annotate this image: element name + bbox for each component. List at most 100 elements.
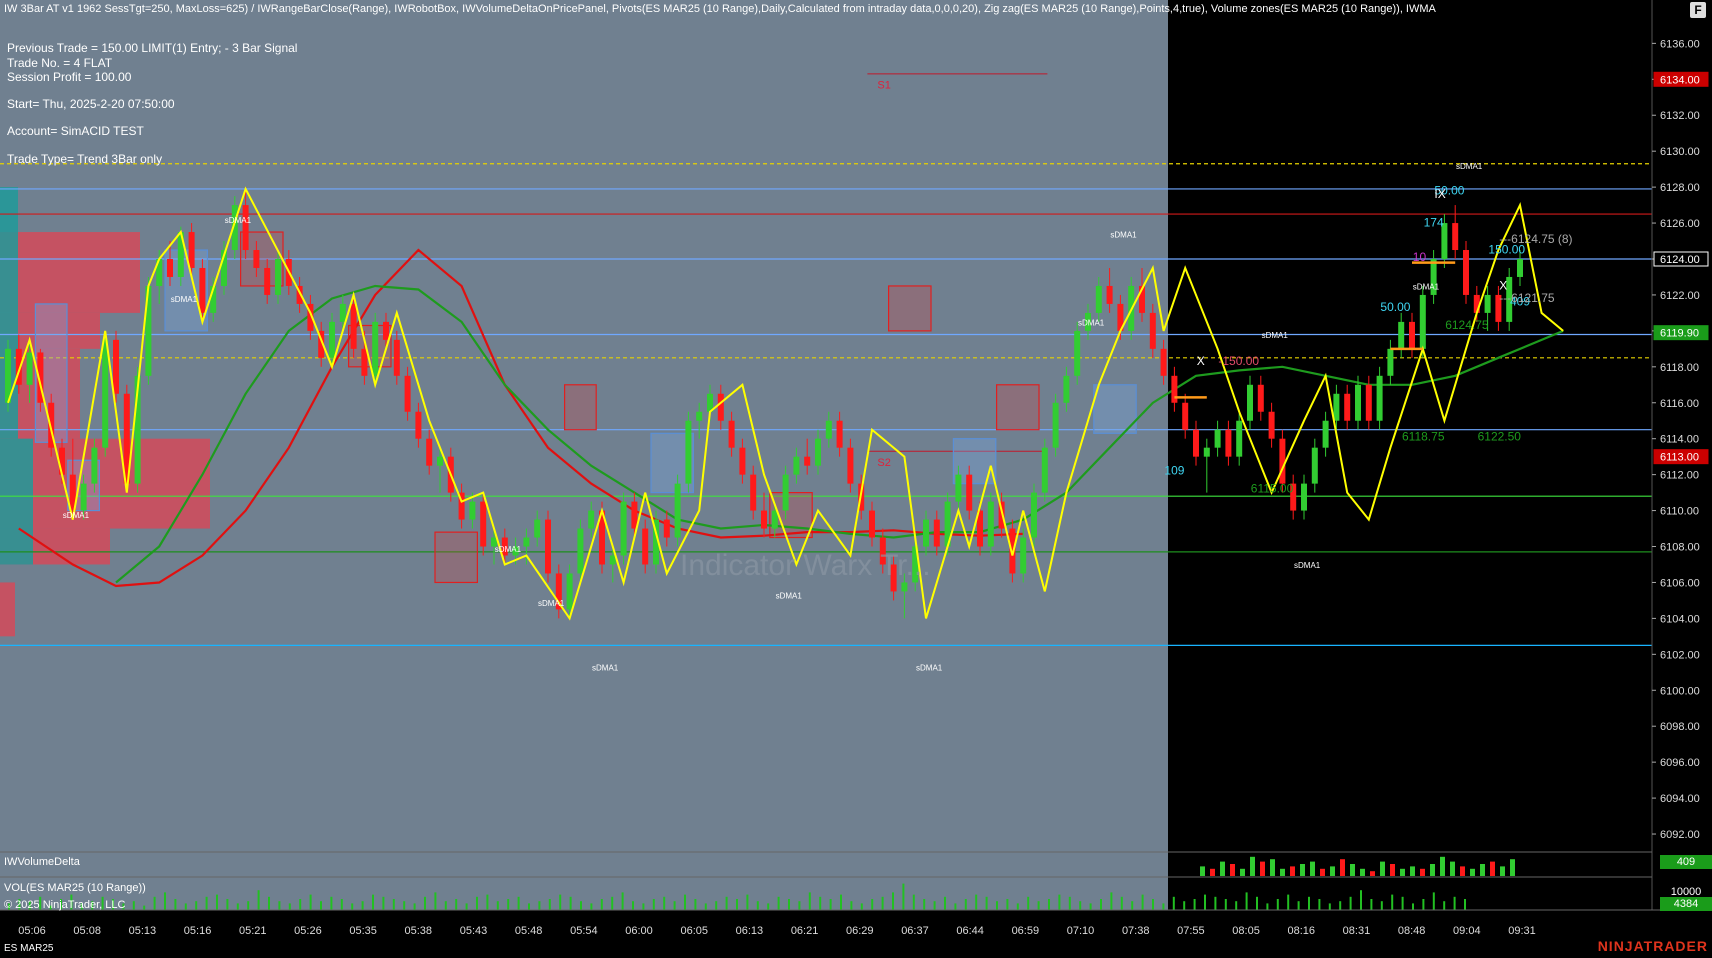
volume-bar [1152,899,1154,910]
candle-body [372,321,379,376]
volume-value-tag: 4384 [1660,897,1712,911]
volume-bar [1068,896,1071,910]
candle-body [1074,330,1081,376]
candle-body [361,348,368,376]
volume-bar [320,901,322,910]
volume-bar [798,901,801,910]
volume-zone-7 [0,582,15,637]
x-tick-label: 09:04 [1453,925,1481,937]
x-tick-label: 06:21 [791,925,819,937]
x-tick-label: 05:06 [18,925,46,937]
volume-bar [195,901,198,910]
delta-bar [1260,861,1265,876]
x-tick-label: 09:31 [1508,925,1536,937]
volume-bar [1183,901,1186,910]
annotation-27: 109 [1164,464,1184,478]
volume-bar [694,899,697,910]
delta-bar [1220,861,1225,876]
annotation-4: sDMA1 [538,599,565,608]
candle-body [426,438,433,466]
robot-box-11 [995,384,1040,431]
delta-bar [1360,868,1365,876]
volume-bar [278,901,281,910]
candle-body [1387,348,1394,376]
delta-bar [1430,864,1435,876]
volume-bar [455,899,458,910]
x-tick-label: 08:16 [1287,925,1315,937]
start-time: Start= Thu, 2025-2-20 07:50:00 [7,97,175,111]
y-tick-label: 6092.00 [1660,829,1700,841]
price-tag-label: 6124.00 [1660,254,1700,266]
delta-bar [1290,866,1295,876]
delta-bar [1460,866,1465,876]
volume-bar [569,896,572,910]
annotation-9: sDMA1 [1078,318,1105,327]
volume-bar [299,899,302,910]
f-button[interactable]: F [1690,2,1706,18]
x-tick-label: 05:16 [184,925,212,937]
candle-body [620,501,627,556]
volume-bar [704,903,707,910]
volume-bar [1193,899,1196,910]
volume-bar [434,892,437,910]
price-chart[interactable]: S1 S2 sDMA1 sDMA1 sDMA1 sDMA1 sDMA1 sDMA1 sDMA1… [0,0,1712,958]
candle-body [804,456,811,466]
x-tick-label: 05:54 [570,925,598,937]
volume-bar [808,892,811,910]
candle-body [1225,429,1232,457]
volume-bar [548,899,551,910]
delta-bar [1320,868,1325,876]
candle-body [1333,393,1340,421]
candle-body [815,438,821,466]
x-tick-label: 08:31 [1343,925,1371,937]
volume-bar [725,896,728,910]
delta-bar [1470,868,1475,876]
delta-bar [1490,861,1495,876]
x-tick-label: 06:37 [901,925,929,937]
annotation-5: sDMA1 [592,664,619,673]
candle-body [1106,285,1113,304]
previous-trade: Previous Trade = 150.00 LIMIT(1) Entry; … [7,41,298,55]
x-tick-label: 07:38 [1122,925,1150,937]
candle-body [167,258,173,277]
session-profit: Session Profit = 100.00 [7,70,132,84]
volume-bar [247,901,250,910]
volume-bar [559,894,562,910]
volume-bar [143,905,146,910]
annotation-8: sDMA1 [1110,230,1137,239]
volume-bar [1079,901,1082,910]
candle-body [534,519,541,538]
volume-bar [1328,903,1331,910]
chart-title: IW 3Bar AT v1 1962 SessTgt=250, MaxLoss=… [4,3,1436,15]
delta-bar [1250,856,1255,876]
volume-bar [652,899,655,910]
volume-bar [684,894,686,910]
candle-body [1311,447,1318,484]
x-tick-label: 05:08 [73,925,101,937]
candle-body [1376,375,1383,421]
volume-bar [871,899,874,910]
y-tick-label: 6100.00 [1660,685,1700,697]
y-tick-label: 6122.00 [1660,290,1700,302]
volume-bar [912,894,915,910]
copyright: © 2025 NinjaTrader, LLC [4,899,126,911]
volume-bar [528,903,530,910]
candle-body [674,483,681,538]
candle-body [383,321,389,340]
volume-bar [944,896,946,910]
annotation-11: sDMA1 [1294,561,1321,570]
x-tick-label: 05:13 [129,925,157,937]
volume-bar [777,896,780,910]
candle-body [1365,384,1372,421]
volume-bar [819,896,822,910]
volume-bar [1172,896,1175,910]
volume-bar [153,896,156,910]
volume-bar [933,901,936,910]
candle-body [1301,483,1307,511]
volume-bar [788,899,790,910]
candle-body [1322,420,1329,448]
volume-bar [767,903,770,910]
delta-bar [1450,861,1455,876]
volume-bar [444,901,447,910]
candle-body [415,411,422,439]
